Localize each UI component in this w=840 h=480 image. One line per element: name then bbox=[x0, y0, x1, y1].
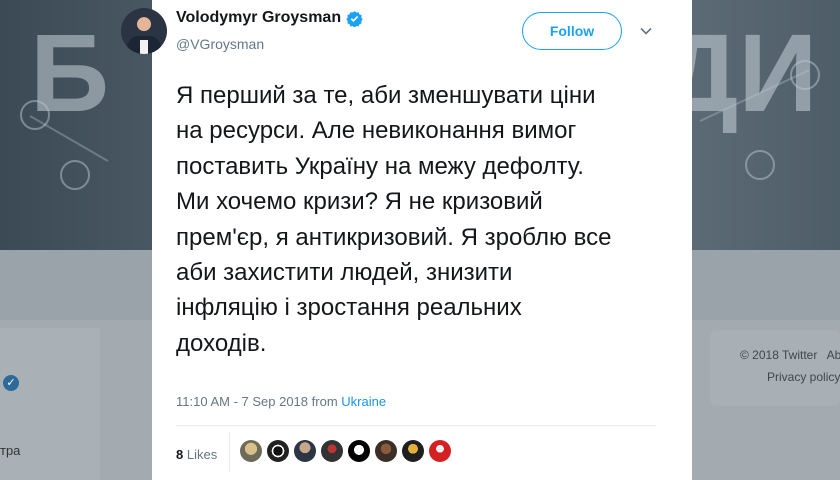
liker-avatar[interactable] bbox=[375, 440, 397, 462]
liker-avatar[interactable] bbox=[402, 440, 424, 462]
author-name-row: Volodymyr Groysman bbox=[176, 9, 363, 27]
tweet-text: Я перший за те, аби зменшувати ціни на р… bbox=[176, 82, 612, 357]
footer-privacy-link[interactable]: Privacy policy bbox=[767, 370, 840, 384]
footer-about-link[interactable]: Ab bbox=[827, 348, 840, 362]
likes-count: 8 bbox=[176, 447, 184, 462]
divider bbox=[176, 425, 656, 426]
liker-avatar[interactable] bbox=[429, 440, 451, 462]
liker-avatar[interactable] bbox=[348, 440, 370, 462]
author-name[interactable]: Volodymyr Groysman bbox=[176, 9, 341, 27]
liker-avatar[interactable] bbox=[267, 440, 289, 462]
verified-badge-icon bbox=[346, 10, 363, 27]
avatar-shirt bbox=[140, 40, 148, 54]
tweet-location-link[interactable]: Ukraine bbox=[341, 394, 386, 409]
liker-avatar[interactable] bbox=[240, 440, 262, 462]
background-footer-card bbox=[710, 330, 840, 406]
likes-divider bbox=[229, 432, 230, 472]
tweet-from-label: from bbox=[311, 394, 338, 409]
verified-badge-icon: ✓ bbox=[3, 375, 19, 391]
footer-links-row1: © 2018 Twitter Ab bbox=[740, 348, 840, 362]
banner-decoration bbox=[745, 150, 775, 180]
likes-stat[interactable]: 8 Likes bbox=[176, 447, 217, 462]
liker-avatars bbox=[240, 440, 451, 462]
tweet-meta: 11:10 AM - 7 Sep 2018 from Ukraine bbox=[176, 394, 386, 409]
liker-avatar[interactable] bbox=[294, 440, 316, 462]
footer-copyright: © 2018 Twitter bbox=[740, 348, 818, 362]
tweet-timestamp[interactable]: 11:10 AM - 7 Sep 2018 bbox=[176, 394, 308, 409]
author-handle[interactable]: @VGroysman bbox=[176, 36, 264, 52]
chevron-down-icon[interactable] bbox=[639, 24, 653, 38]
banner-decoration bbox=[60, 160, 90, 190]
author-avatar[interactable] bbox=[121, 8, 167, 54]
liker-avatar[interactable] bbox=[321, 440, 343, 462]
likes-label: Likes bbox=[186, 447, 218, 462]
background-partial-text: тра bbox=[0, 443, 21, 458]
follow-button[interactable]: Follow bbox=[522, 12, 622, 50]
